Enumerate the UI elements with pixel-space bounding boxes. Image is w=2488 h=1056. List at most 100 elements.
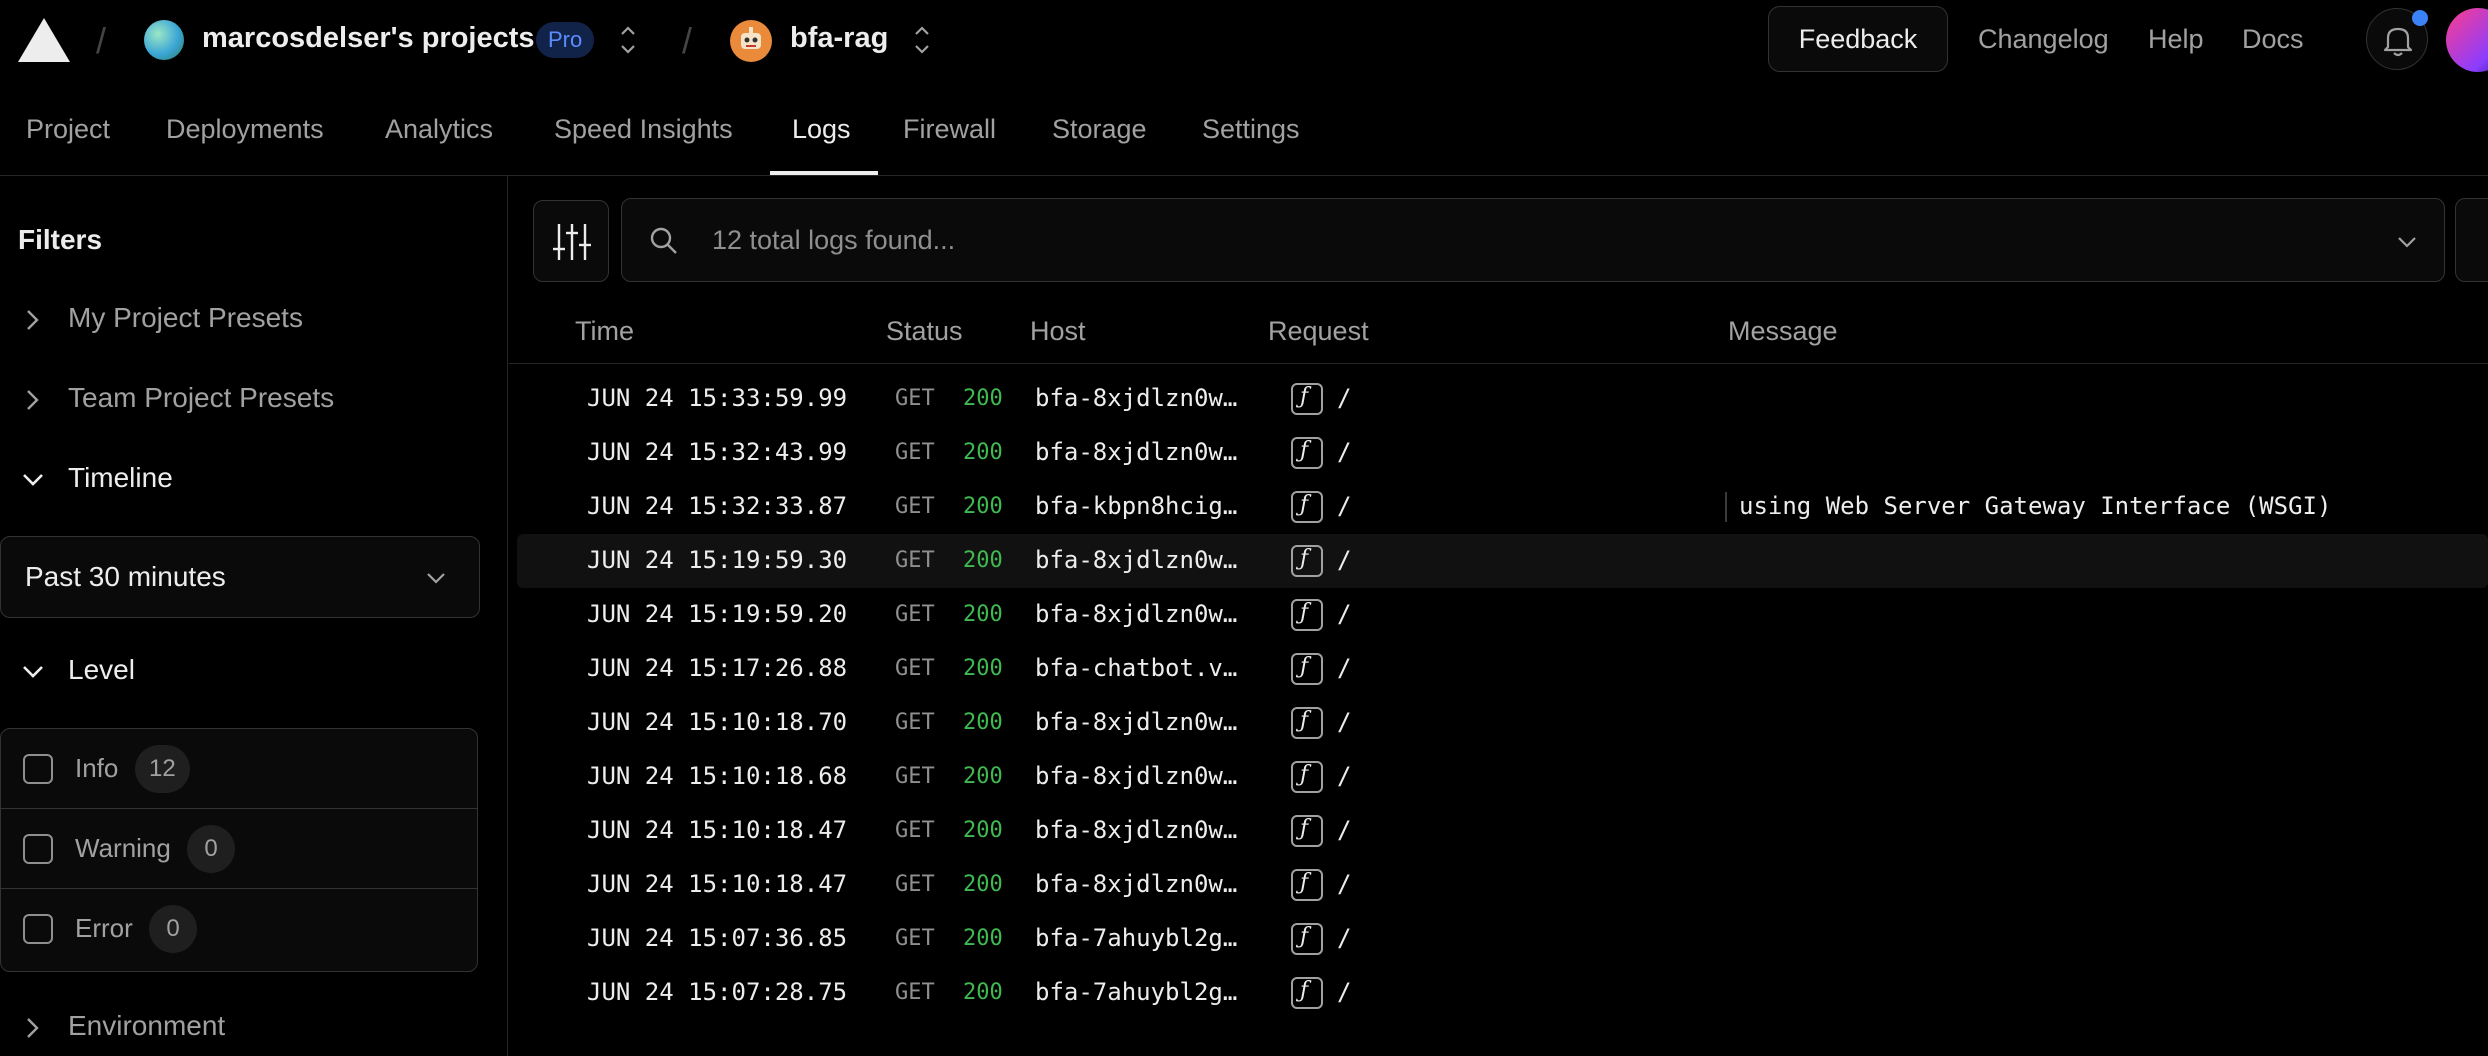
level-count: 12 — [135, 745, 190, 793]
log-path: / — [1337, 492, 1352, 520]
log-method: GET — [895, 494, 935, 519]
tab-settings[interactable]: Settings — [1202, 114, 1300, 145]
tab-deployments[interactable]: Deployments — [166, 114, 324, 145]
accordion-environment[interactable]: Environment — [18, 1010, 225, 1043]
function-icon: ƒ — [1291, 923, 1323, 955]
changelog-link[interactable]: Changelog — [1978, 24, 2109, 55]
function-icon: ƒ — [1291, 383, 1323, 415]
project-name[interactable]: bfa-rag — [790, 22, 888, 55]
message-divider — [1725, 492, 1727, 522]
function-icon: ƒ — [1291, 653, 1323, 685]
feedback-button[interactable]: Feedback — [1768, 6, 1948, 72]
log-host: bfa-8xjdlzn0w… — [1035, 546, 1238, 574]
accordion-level[interactable]: Level — [18, 654, 135, 687]
level-row-error[interactable]: Error 0 — [1, 889, 477, 969]
log-method: GET — [895, 386, 935, 411]
level-name: Info — [75, 753, 119, 783]
team-name[interactable]: marcosdelser's projects — [202, 22, 535, 55]
log-status: 200 — [963, 818, 1003, 843]
table-row[interactable]: JUN 24 15:19:59.20 GET 200 bfa-8xjdlzn0w… ƒ / — [517, 588, 2488, 642]
log-status: 200 — [963, 440, 1003, 465]
error-checkbox[interactable] — [23, 914, 53, 944]
warning-checkbox[interactable] — [23, 834, 53, 864]
table-row[interactable]: JUN 24 15:17:26.88 GET 200 bfa-chatbot.v… ƒ / — [517, 642, 2488, 696]
column-message[interactable]: Message — [1728, 316, 1838, 347]
help-link[interactable]: Help — [2148, 24, 2204, 55]
table-row[interactable]: JUN 24 15:10:18.47 GET 200 bfa-8xjdlzn0w… ƒ / — [517, 858, 2488, 912]
tab-project[interactable]: Project — [26, 114, 110, 145]
chevron-down-icon — [18, 465, 48, 495]
log-method: GET — [895, 710, 935, 735]
column-time[interactable]: Time — [575, 316, 634, 347]
accordion-my-project-presets[interactable]: My Project Presets — [18, 302, 303, 335]
function-icon: ƒ — [1291, 491, 1323, 523]
chevron-down-icon[interactable] — [2394, 229, 2420, 255]
log-host: bfa-8xjdlzn0w… — [1035, 384, 1238, 412]
log-search-input[interactable]: 12 total logs found... — [621, 198, 2445, 282]
toggle-filters-button[interactable] — [533, 200, 609, 282]
log-method: GET — [895, 818, 935, 843]
tab-analytics[interactable]: Analytics — [385, 114, 493, 145]
info-checkbox[interactable] — [23, 754, 53, 784]
log-path: / — [1337, 708, 1352, 736]
accordion-label: Environment — [68, 1010, 226, 1041]
log-path: / — [1337, 924, 1352, 952]
table-row[interactable]: JUN 24 15:07:36.85 GET 200 bfa-7ahuybl2g… ƒ / — [517, 912, 2488, 966]
robot-icon — [741, 27, 761, 49]
log-host: bfa-7ahuybl2g… — [1035, 924, 1238, 952]
tab-logs[interactable]: Logs — [792, 114, 851, 145]
table-row[interactable]: JUN 24 15:10:18.68 GET 200 bfa-8xjdlzn0w… ƒ / — [517, 750, 2488, 804]
app-root: / marcosdelser's projects Pro / bfa-rag … — [0, 0, 2488, 1056]
project-avatar[interactable] — [730, 20, 772, 62]
table-row[interactable]: JUN 24 15:10:18.47 GET 200 bfa-8xjdlzn0w… ƒ / — [517, 804, 2488, 858]
log-rows: JUN 24 15:33:59.99 GET 200 bfa-8xjdlzn0w… ƒ /… — [517, 372, 2488, 1020]
team-avatar[interactable] — [144, 20, 184, 60]
log-time: JUN 24 15:07:36.85 — [587, 924, 848, 952]
table-row[interactable]: JUN 24 15:33:59.99 GET 200 bfa-8xjdlzn0w… ƒ / — [517, 372, 2488, 426]
log-status: 200 — [963, 872, 1003, 897]
chevron-down-icon — [18, 657, 48, 687]
project-tabs: Project Deployments Analytics Speed Insi… — [0, 100, 2488, 176]
chevron-down-icon — [427, 573, 445, 584]
chevron-right-icon — [18, 385, 48, 415]
table-row[interactable]: JUN 24 15:19:59.30 GET 200 bfa-8xjdlzn0w… ƒ / — [517, 534, 2488, 588]
tab-storage[interactable]: Storage — [1052, 114, 1147, 145]
log-time: JUN 24 15:19:59.20 — [587, 600, 848, 628]
accordion-timeline[interactable]: Timeline — [18, 462, 173, 495]
table-row[interactable]: JUN 24 15:07:28.75 GET 200 bfa-7ahuybl2g… ƒ / — [517, 966, 2488, 1020]
docs-link[interactable]: Docs — [2242, 24, 2304, 55]
column-host[interactable]: Host — [1030, 316, 1086, 347]
log-method: GET — [895, 980, 935, 1005]
user-avatar[interactable] — [2446, 8, 2488, 72]
log-method: GET — [895, 764, 935, 789]
log-path: / — [1337, 546, 1352, 574]
table-row[interactable]: JUN 24 15:10:18.70 GET 200 bfa-8xjdlzn0w… ƒ / — [517, 696, 2488, 750]
accordion-label: Level — [68, 654, 135, 685]
level-row-info[interactable]: Info 12 — [1, 729, 477, 809]
table-row[interactable]: JUN 24 15:32:43.99 GET 200 bfa-8xjdlzn0w… ƒ / — [517, 426, 2488, 480]
tab-firewall[interactable]: Firewall — [903, 114, 996, 145]
log-status: 200 — [963, 764, 1003, 789]
column-status[interactable]: Status — [886, 316, 963, 347]
tab-speed-insights[interactable]: Speed Insights — [554, 114, 733, 145]
log-time: JUN 24 15:32:43.99 — [587, 438, 848, 466]
chevron-updown-icon[interactable] — [618, 22, 638, 58]
search-icon — [650, 227, 677, 254]
time-range-value: Past 30 minutes — [25, 561, 226, 592]
log-time: JUN 24 15:32:33.87 — [587, 492, 848, 520]
secondary-control[interactable] — [2455, 198, 2488, 282]
function-icon: ƒ — [1291, 437, 1323, 469]
time-range-select[interactable]: Past 30 minutes — [0, 536, 480, 618]
chevron-right-icon — [18, 1013, 48, 1043]
log-status: 200 — [963, 926, 1003, 951]
log-host: bfa-8xjdlzn0w… — [1035, 816, 1238, 844]
function-icon: ƒ — [1291, 869, 1323, 901]
log-status: 200 — [963, 386, 1003, 411]
accordion-team-project-presets[interactable]: Team Project Presets — [18, 382, 334, 415]
chevron-updown-icon[interactable] — [912, 22, 932, 58]
table-row[interactable]: JUN 24 15:32:33.87 GET 200 bfa-kbpn8hcig… ƒ /… — [517, 480, 2488, 534]
level-row-warning[interactable]: Warning 0 — [1, 809, 477, 889]
vercel-logo-icon[interactable] — [18, 18, 70, 62]
accordion-label: My Project Presets — [68, 302, 303, 333]
column-request[interactable]: Request — [1268, 316, 1369, 347]
